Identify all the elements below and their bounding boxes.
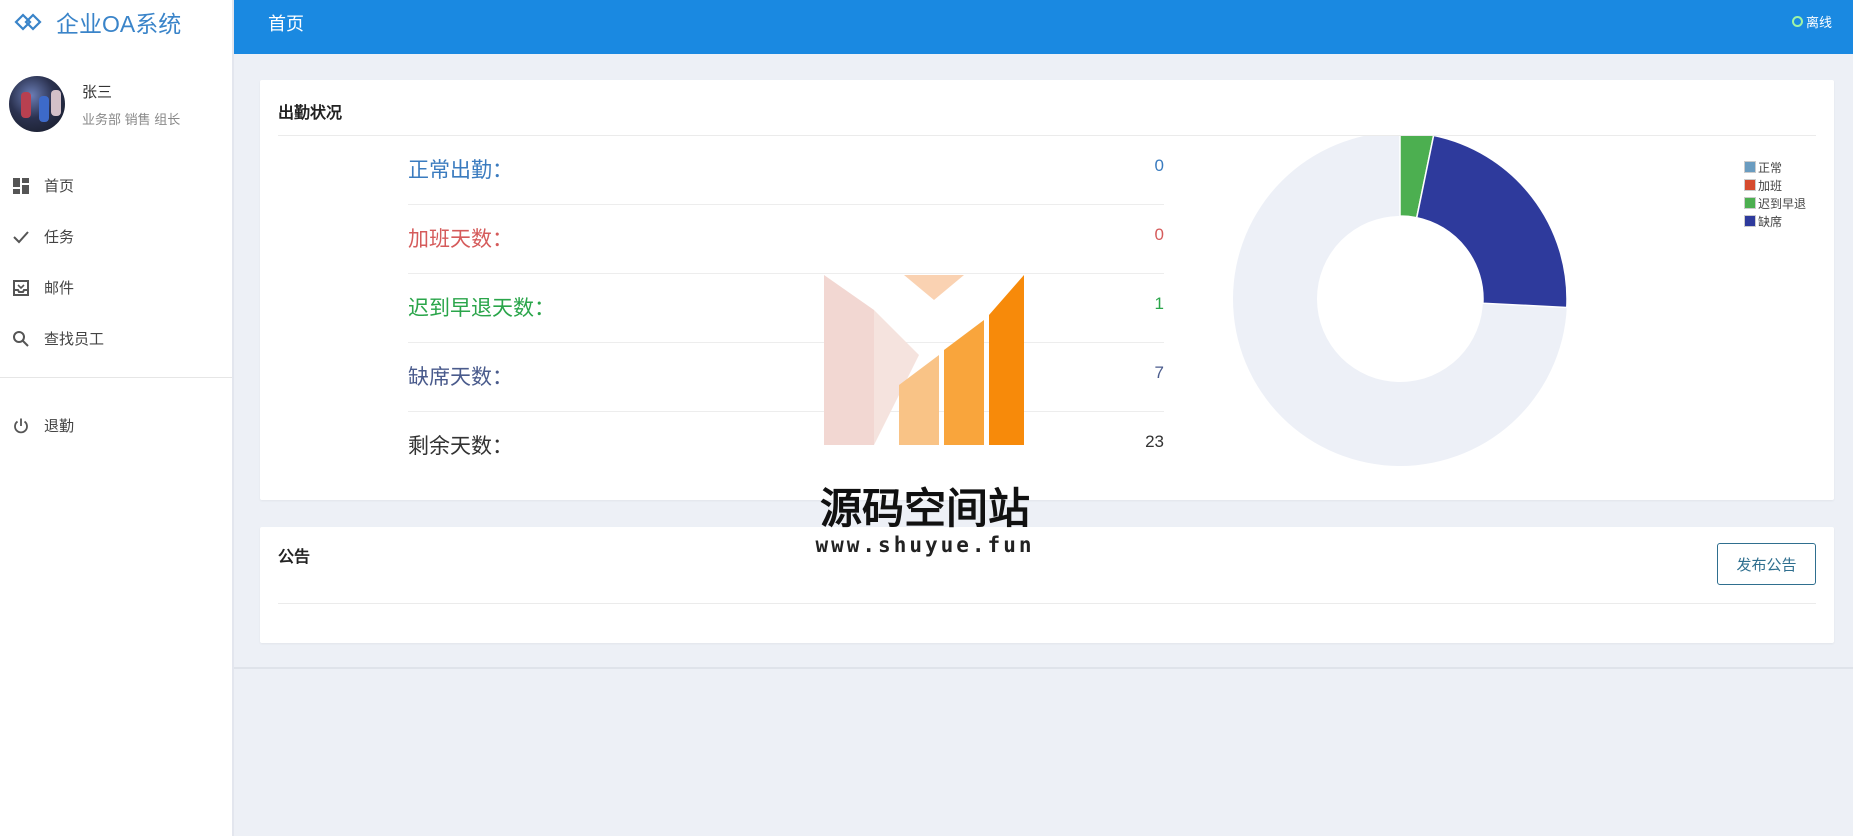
notice-card: 公告 发布公告 [260,527,1834,643]
watermark-logo-icon [824,275,1024,445]
app-title: 企业OA系统 [56,11,182,37]
legend-label: 加班 [1758,178,1783,193]
stat-row-normal: 正常出勤： 0 [408,136,1164,205]
stat-label: 剩余天数： [408,435,513,458]
card-divider [278,603,1816,604]
donut-slice-3[interactable] [1415,136,1568,309]
sidebar-nav: 首页 任务 邮件 查找员工 [0,160,232,364]
stat-row-overtime: 加班天数： 0 [408,205,1164,274]
app-logo[interactable]: 企业OA系统 [14,6,181,38]
attendance-title: 出勤状况 [278,105,343,122]
status-indicator[interactable]: 离线 [1791,12,1832,31]
check-icon [13,230,29,243]
sidebar-divider [0,377,232,378]
legend-item[interactable]: 迟到早退 [1744,194,1806,212]
stat-row-absent: 缺席天数： 7 [408,343,1164,412]
stat-row-remaining: 剩余天数： 23 [408,412,1164,481]
legend-item[interactable]: 正常 [1744,158,1806,176]
stat-label: 加班天数： [408,228,513,251]
stat-row-late-early: 迟到早退天数： 1 [408,274,1164,343]
legend-swatch [1744,197,1756,209]
legend-item[interactable]: 加班 [1744,176,1806,194]
search-icon [13,330,29,347]
user-name: 张三 [82,83,113,101]
attendance-card: 出勤状况 正常出勤： 0 加班天数： 0 迟到早退天数： 1 缺席天数： 7 剩… [260,80,1834,500]
legend-label: 正常 [1758,160,1783,175]
sidebar-item-find-employee[interactable]: 查找员工 [0,313,232,364]
watermark-url: www.shuyue.fun [815,533,1035,557]
sidebar-item-label: 首页 [44,178,75,195]
legend-swatch [1744,161,1756,173]
stat-label: 缺席天数： [408,366,513,389]
sidebar-item-tasks[interactable]: 任务 [0,211,232,262]
power-icon [14,418,28,433]
legend-item[interactable]: 缺席 [1744,212,1806,230]
legend-swatch [1744,179,1756,191]
attendance-donut-chart[interactable] [1160,136,1700,476]
user-profile[interactable]: 张三 业务部 销售 组长 [9,76,180,132]
inbox-icon [13,279,29,296]
attendance-stats: 正常出勤： 0 加班天数： 0 迟到早退天数： 1 缺席天数： 7 剩余天数： … [408,136,1164,481]
notice-title: 公告 [278,549,311,566]
sidebar-item-label: 退勤 [44,418,75,435]
top-header: 首页 离线 [234,0,1853,54]
stat-label: 正常出勤： [408,159,513,182]
user-department: 业务部 销售 组长 [82,111,181,127]
sidebar-item-label: 查找员工 [44,331,105,348]
legend-label: 缺席 [1758,214,1783,229]
publish-notice-button[interactable]: 发布公告 [1717,543,1816,585]
sidebar-item-label: 任务 [44,229,75,246]
legend-swatch [1744,215,1756,227]
chart-legend: 正常加班迟到早退缺席 [1744,158,1806,230]
sidebar-item-logout[interactable]: 退勤 [0,400,232,451]
status-dot-icon [1791,16,1803,27]
legend-label: 迟到早退 [1758,196,1807,211]
page-title: 首页 [268,14,304,34]
avatar[interactable] [9,76,65,132]
stat-label: 迟到早退天数： [408,297,555,320]
sidebar-item-mail[interactable]: 邮件 [0,262,232,313]
logo-icon [14,13,42,31]
content-bottom-divider [234,667,1853,669]
status-text: 离线 [1805,15,1832,30]
sidebar-item-home[interactable]: 首页 [0,160,232,211]
dashboard-icon [13,177,29,194]
sidebar-item-label: 邮件 [44,280,75,297]
sidebar: 企业OA系统 张三 业务部 销售 组长 首页 任务 邮件 查找员工 退勤 [0,0,234,836]
watermark-name: 源码空间站 [819,484,1030,533]
